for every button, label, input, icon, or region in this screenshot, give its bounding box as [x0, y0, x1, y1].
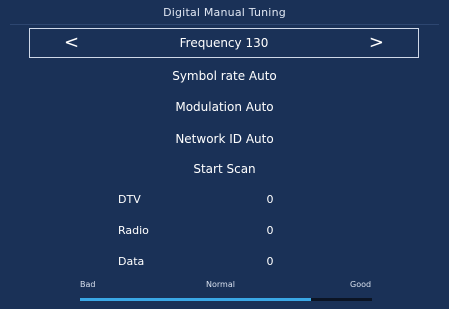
stat-label-dtv: DTV	[118, 193, 141, 206]
stat-label-data: Data	[118, 255, 145, 268]
stat-value-data: 0	[266, 255, 274, 268]
stat-label-radio: Radio	[118, 224, 149, 237]
signal-bad-label: Bad	[80, 280, 96, 289]
network-id-option[interactable]: Network ID Auto	[0, 131, 449, 147]
signal-strength-bar	[80, 298, 372, 301]
symbol-rate-option[interactable]: Symbol rate Auto	[0, 68, 449, 84]
start-scan-button[interactable]: Start Scan	[0, 161, 449, 177]
signal-normal-label: Normal	[206, 280, 235, 289]
frequency-value: Frequency 130	[179, 36, 269, 50]
stat-value-radio: 0	[266, 224, 274, 237]
tuning-panel: Digital Manual Tuning < Frequency 130 > …	[0, 0, 449, 309]
stat-value-dtv: 0	[266, 193, 274, 206]
chevron-right-icon[interactable]: >	[369, 31, 384, 55]
signal-strength-fill	[80, 298, 311, 301]
modulation-option[interactable]: Modulation Auto	[0, 99, 449, 115]
page-title: Digital Manual Tuning	[163, 6, 286, 19]
signal-good-label: Good	[350, 280, 372, 289]
title-divider	[10, 24, 439, 25]
frequency-selector[interactable]: < Frequency 130 >	[29, 28, 419, 58]
